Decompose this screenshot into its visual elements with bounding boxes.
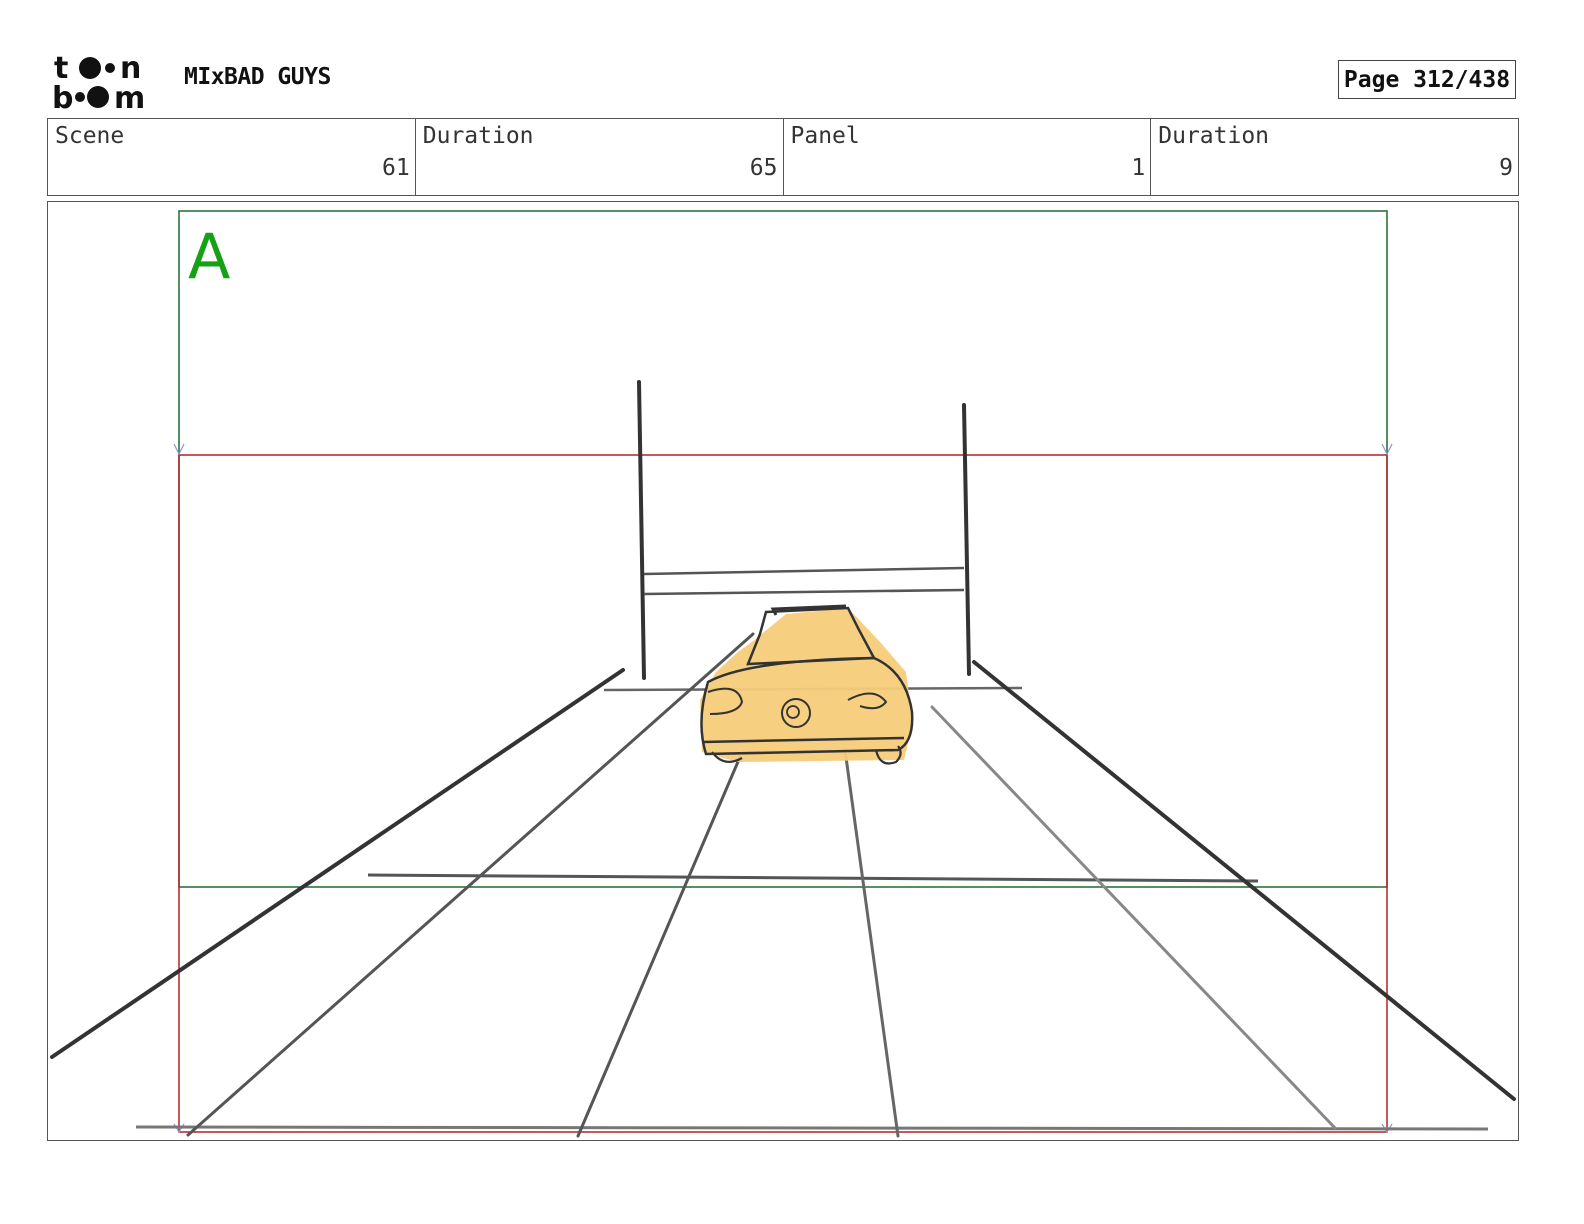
- gate-bar-bottom: [643, 588, 965, 596]
- road-line-3: [843, 748, 900, 1138]
- car-sketch: [700, 604, 914, 765]
- field-letter: A: [188, 220, 231, 293]
- storyboard-panel: A: [47, 201, 1519, 1141]
- svg-text:b: b: [52, 81, 73, 112]
- scene-duration-value: 65: [749, 155, 778, 181]
- scene-label: Scene: [55, 123, 125, 149]
- scene-duration-label: Duration: [422, 123, 534, 149]
- safe-frame: [178, 454, 1388, 1133]
- road-edge-left: [50, 668, 625, 1059]
- gate-post-right: [962, 403, 971, 676]
- field-guide-frame: [178, 210, 1388, 888]
- scene-duration-cell: Duration 65: [416, 119, 784, 195]
- scene-cell: Scene 61: [48, 119, 416, 195]
- page-indicator: Page 312/438: [1338, 60, 1516, 99]
- show-title: MIxBAD GUYS: [184, 64, 331, 90]
- gate-bar-top: [643, 566, 965, 576]
- panel-duration-value: 9: [1499, 155, 1513, 181]
- panel-cell: Panel 1: [784, 119, 1152, 195]
- panel-duration-label: Duration: [1158, 123, 1270, 149]
- scene-value: 61: [382, 155, 410, 181]
- gate-post-left: [637, 380, 646, 680]
- panel-sketch: [50, 210, 1516, 1138]
- panel-duration-cell: Duration 9: [1151, 119, 1518, 195]
- scene-info-table: Scene 61 Duration 65 Panel 1 Duration 9: [47, 118, 1519, 196]
- road-line-4: [930, 705, 1337, 1130]
- panel-value: 1: [1131, 155, 1146, 181]
- road-line-1: [186, 632, 755, 1137]
- road-line-2: [576, 755, 742, 1138]
- ground-line-mid: [367, 873, 1259, 883]
- svg-text:m: m: [114, 81, 145, 112]
- panel-label: Panel: [790, 123, 860, 149]
- ground-line-near: [135, 1125, 1489, 1131]
- toon-boom-logo: t n b m: [52, 51, 145, 112]
